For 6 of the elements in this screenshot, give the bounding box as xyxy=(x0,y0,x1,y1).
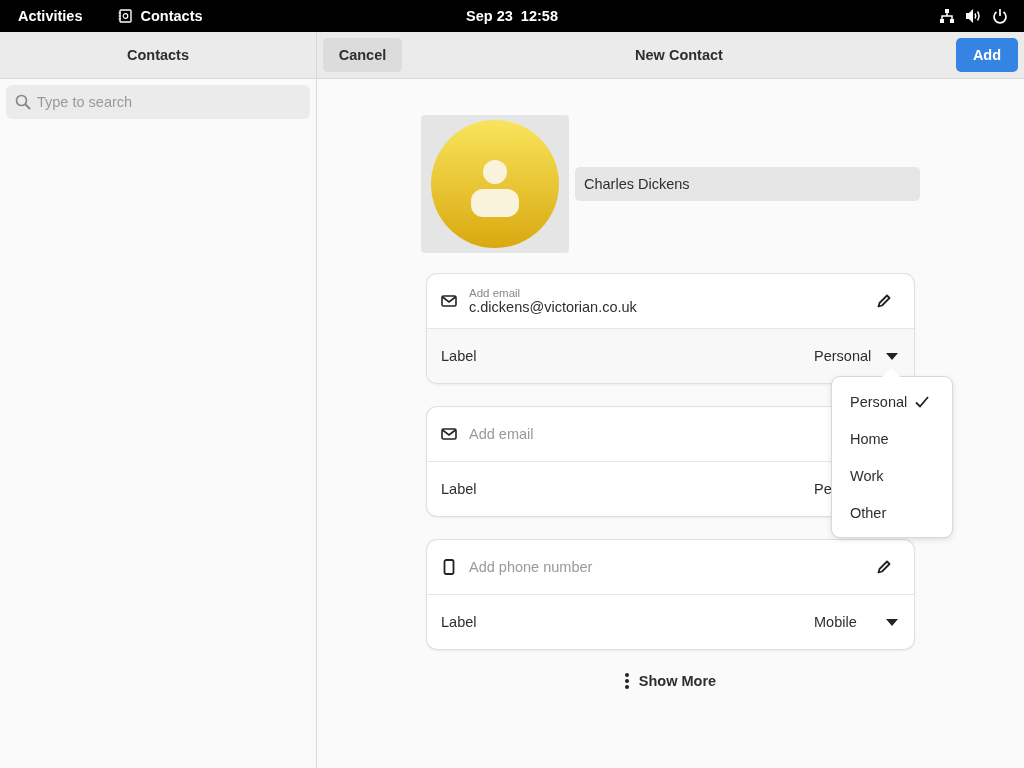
dialog-title: New Contact xyxy=(635,47,723,63)
label-text: Label xyxy=(441,614,477,630)
field-label: Add email xyxy=(469,287,522,299)
sidebar-title: Contacts xyxy=(126,47,189,63)
label-text: Label xyxy=(441,348,477,364)
label-text: Label xyxy=(441,481,477,497)
